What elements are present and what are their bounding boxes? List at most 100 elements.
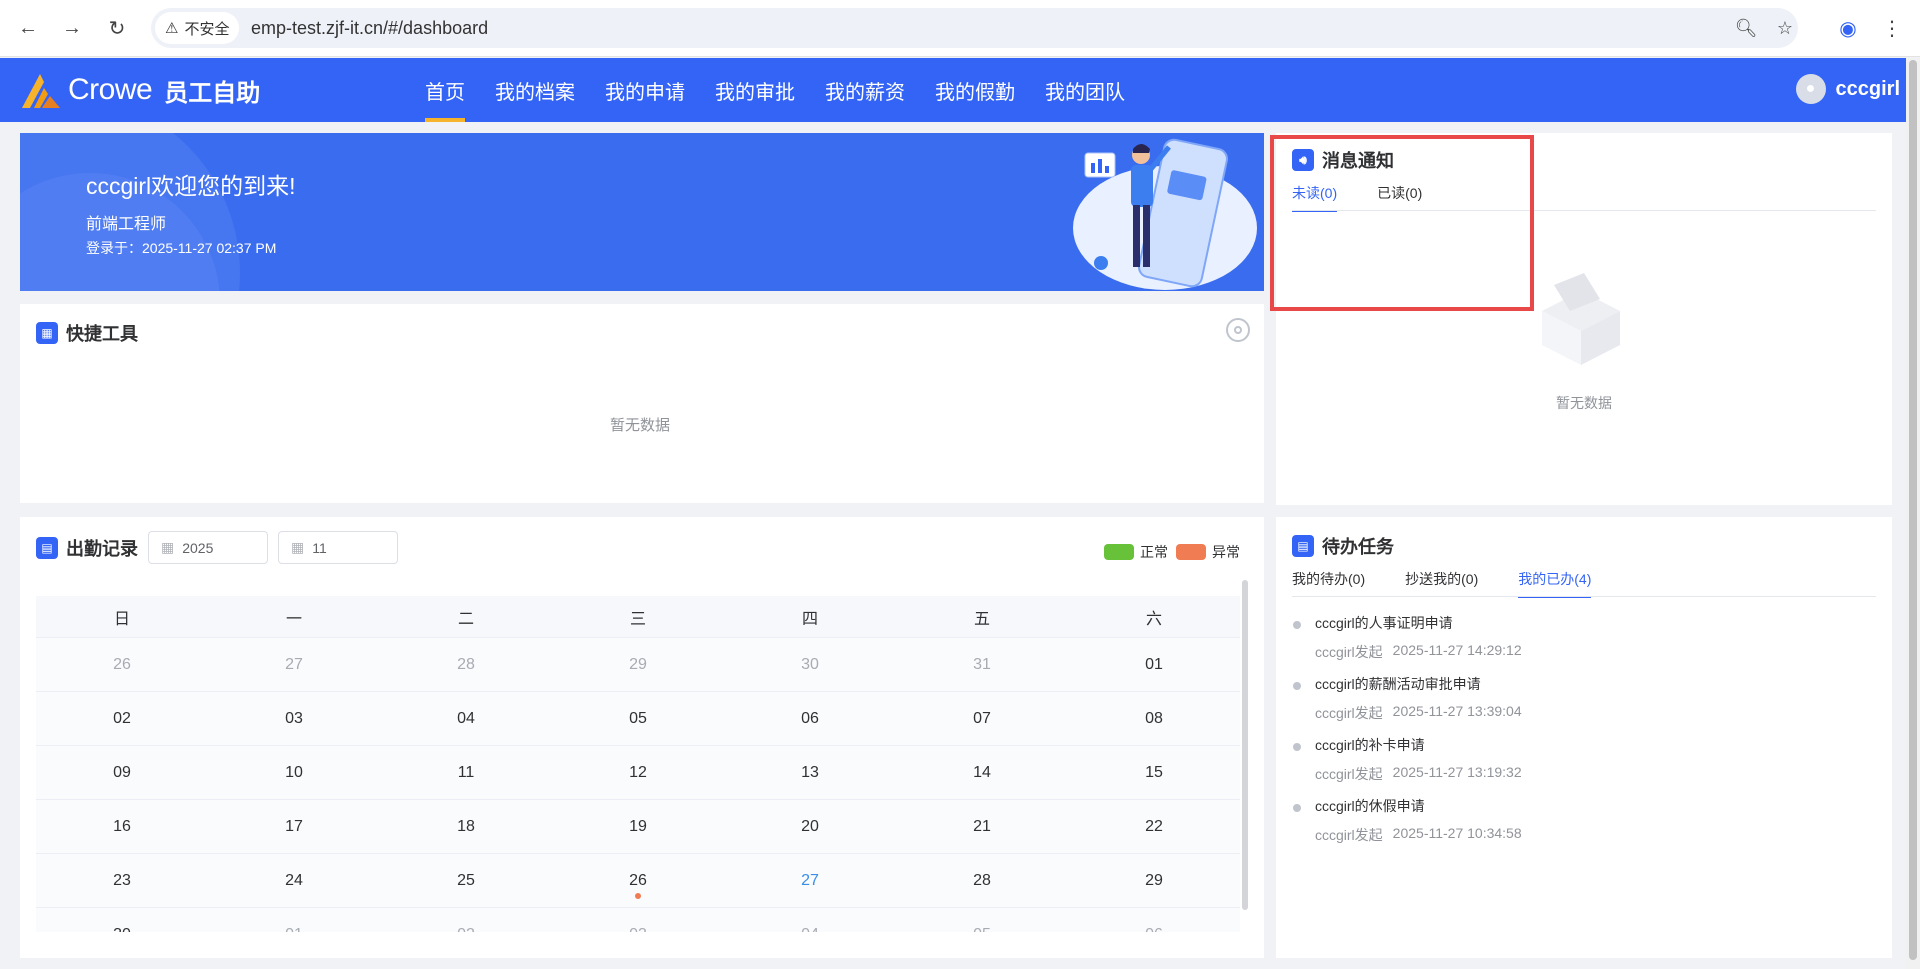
calendar-day[interactable]: 19 xyxy=(552,800,724,854)
brand-logo[interactable]: Crowe 员工自助 xyxy=(20,70,260,110)
empty-state-text: 暂无数据 xyxy=(1556,395,1612,411)
calendar-day[interactable]: 07 xyxy=(896,692,1068,746)
calendar-day-number: 27 xyxy=(285,655,303,673)
menu-item-team[interactable]: 我的团队 xyxy=(1030,58,1140,122)
task-initiator: cccgirl发起 xyxy=(1315,644,1383,660)
calendar-day[interactable]: 03 xyxy=(208,692,380,746)
calendar-day[interactable]: 18 xyxy=(380,800,552,854)
calendar-day[interactable]: 06 xyxy=(1068,908,1240,932)
calendar-day[interactable]: 04 xyxy=(724,908,896,932)
calendar-day[interactable]: 30 xyxy=(36,908,208,932)
calendar-day[interactable]: 26 xyxy=(36,638,208,692)
user-menu[interactable]: ● cccgirl xyxy=(1795,74,1900,104)
calendar-day[interactable]: 29 xyxy=(1068,854,1240,908)
calendar-day[interactable]: 28 xyxy=(896,854,1068,908)
calendar-day[interactable]: 27 xyxy=(724,854,896,908)
bookmark-star-icon[interactable]: ☆ xyxy=(1773,16,1797,40)
calendar-day[interactable]: 26 xyxy=(552,854,724,908)
calendar-day-number: 02 xyxy=(113,709,131,727)
calendar-day-number: 02 xyxy=(457,926,475,933)
task-meta: cccgirl发起 2025-11-27 13:39:04 xyxy=(1315,703,1873,723)
app-header: Crowe 员工自助 首页 我的档案 我的申请 我的审批 我的薪资 我的假勤 我… xyxy=(0,58,1920,122)
calendar-day[interactable]: 01 xyxy=(208,908,380,932)
calendar-day[interactable]: 05 xyxy=(552,692,724,746)
browser-toolbar: ← → ↻ ⚠ 不安全 emp-test.zjf-it.cn/#/dashboa… xyxy=(0,0,1920,57)
calendar-day[interactable]: 14 xyxy=(896,746,1068,800)
list-item[interactable]: cccgirl的补卡申请 cccgirl发起 2025-11-27 13:19:… xyxy=(1293,735,1873,796)
calendar-day-number: 06 xyxy=(801,709,819,727)
list-item[interactable]: cccgirl的人事证明申请 cccgirl发起 2025-11-27 14:2… xyxy=(1293,613,1873,674)
calendar-day[interactable]: 30 xyxy=(724,638,896,692)
menu-item-approvals[interactable]: 我的审批 xyxy=(700,58,810,122)
calendar-day[interactable]: 29 xyxy=(552,638,724,692)
calendar-day[interactable]: 08 xyxy=(1068,692,1240,746)
security-chip[interactable]: ⚠ 不安全 xyxy=(155,12,240,44)
calendar-day-number: 24 xyxy=(285,871,303,889)
calendar-day[interactable]: 13 xyxy=(724,746,896,800)
menu-item-leave[interactable]: 我的假勤 xyxy=(920,58,1030,122)
calendar-day[interactable]: 03 xyxy=(552,908,724,932)
calendar-day[interactable]: 02 xyxy=(36,692,208,746)
forward-arrow-icon[interactable]: → xyxy=(58,14,86,42)
month-picker[interactable]: ▦ 11 xyxy=(278,531,398,564)
calendar-day-number: 09 xyxy=(113,763,131,781)
calendar-day[interactable]: 02 xyxy=(380,908,552,932)
calendar-day[interactable]: 04 xyxy=(380,692,552,746)
address-bar[interactable]: ⚠ 不安全 emp-test.zjf-it.cn/#/dashboard 🔍︎ … xyxy=(151,8,1798,48)
calendar-day[interactable]: 15 xyxy=(1068,746,1240,800)
calendar-day[interactable]: 24 xyxy=(208,854,380,908)
calendar-day-number: 31 xyxy=(973,655,991,673)
calendar-day[interactable]: 10 xyxy=(208,746,380,800)
menu-item-profile[interactable]: 我的档案 xyxy=(480,58,590,122)
calendar-day[interactable]: 27 xyxy=(208,638,380,692)
menu-item-salary[interactable]: 我的薪资 xyxy=(810,58,920,122)
calendar-day[interactable]: 21 xyxy=(896,800,1068,854)
year-picker[interactable]: ▦ 2025 xyxy=(148,531,268,564)
menu-item-home[interactable]: 首页 xyxy=(410,58,480,122)
calendar-day-number: 16 xyxy=(113,817,131,835)
calendar-day[interactable]: 05 xyxy=(896,908,1068,932)
calendar-day[interactable]: 28 xyxy=(380,638,552,692)
zoom-icon[interactable]: 🔍︎ xyxy=(1734,16,1758,40)
task-list: cccgirl的人事证明申请 cccgirl发起 2025-11-27 14:2… xyxy=(1293,613,1873,857)
page-scrollbar-thumb[interactable] xyxy=(1909,60,1917,960)
calendar-day-number: 26 xyxy=(629,871,647,889)
tab-my-done[interactable]: 我的已办(4) xyxy=(1518,569,1592,598)
profile-icon[interactable]: ◉ xyxy=(1834,14,1862,42)
warning-icon: ⚠ xyxy=(165,20,179,37)
calendar-day[interactable]: 25 xyxy=(380,854,552,908)
calendar-day-number: 14 xyxy=(973,763,991,781)
calendar-day[interactable]: 22 xyxy=(1068,800,1240,854)
reload-icon[interactable]: ↻ xyxy=(103,14,131,42)
todo-tabs: 我的待办(0) 抄送我的(0) 我的已办(4) xyxy=(1292,569,1592,598)
calendar-day[interactable]: 20 xyxy=(724,800,896,854)
page-scrollbar[interactable] xyxy=(1906,58,1920,969)
calendar-day[interactable]: 01 xyxy=(1068,638,1240,692)
tab-cc-me[interactable]: 抄送我的(0) xyxy=(1405,569,1478,597)
menu-item-applications[interactable]: 我的申请 xyxy=(590,58,700,122)
calendar-day[interactable]: 23 xyxy=(36,854,208,908)
url-text[interactable]: emp-test.zjf-it.cn/#/dashboard xyxy=(251,18,488,39)
username: cccgirl xyxy=(1835,77,1900,100)
calendar-day-number: 12 xyxy=(629,763,647,781)
list-item[interactable]: cccgirl的休假申请 cccgirl发起 2025-11-27 10:34:… xyxy=(1293,796,1873,857)
calendar-day-number: 04 xyxy=(457,709,475,727)
calendar-day[interactable]: 06 xyxy=(724,692,896,746)
menu-kebab-icon[interactable]: ⋮ xyxy=(1878,14,1906,42)
bullet-icon xyxy=(1293,743,1301,751)
calendar-day[interactable]: 12 xyxy=(552,746,724,800)
back-arrow-icon[interactable]: ← xyxy=(14,14,42,42)
tab-my-todo[interactable]: 我的待办(0) xyxy=(1292,569,1365,597)
weekday-header: 四 xyxy=(801,610,818,628)
settings-gear-icon[interactable] xyxy=(1226,318,1250,342)
calendar-day[interactable]: 09 xyxy=(36,746,208,800)
calendar-day[interactable]: 16 xyxy=(36,800,208,854)
weekday-header: 一 xyxy=(285,610,302,628)
calendar-day-number: 17 xyxy=(285,817,303,835)
calendar-day[interactable]: 31 xyxy=(896,638,1068,692)
calendar-scrollbar[interactable] xyxy=(1242,580,1248,910)
calendar-day[interactable]: 17 xyxy=(208,800,380,854)
calendar-day[interactable]: 11 xyxy=(380,746,552,800)
bullet-icon xyxy=(1293,682,1301,690)
list-item[interactable]: cccgirl的薪酬活动审批申请 cccgirl发起 2025-11-27 13… xyxy=(1293,674,1873,735)
